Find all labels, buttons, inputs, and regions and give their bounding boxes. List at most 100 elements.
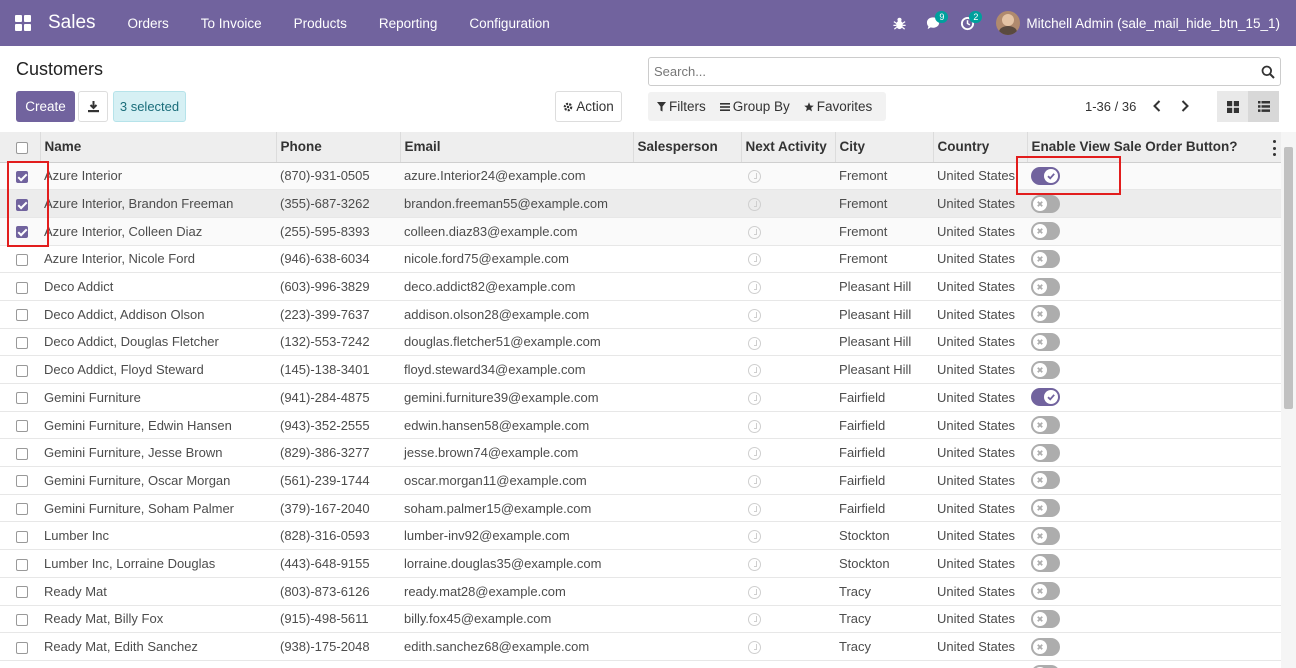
cell-name[interactable]: Deco Addict xyxy=(40,272,276,301)
cell-country[interactable]: United States xyxy=(933,383,1027,412)
cell-email[interactable]: douglas.fletcher51@example.com xyxy=(400,328,633,357)
enable-view-sale-order-toggle[interactable] xyxy=(1031,194,1060,213)
cell-phone[interactable]: (870)-931-0505 xyxy=(276,162,400,191)
activity-clock-icon[interactable] xyxy=(748,364,761,378)
cell-next-activity[interactable] xyxy=(741,245,835,274)
table-row[interactable]: Gemini Furniture, Edwin Hansen (943)-352-… xyxy=(0,411,1281,440)
cell-phone[interactable]: (132)-553-7242 xyxy=(276,328,400,357)
cell-country[interactable]: United States xyxy=(933,605,1027,634)
row-select-checkbox[interactable] xyxy=(16,475,28,488)
menu-reporting[interactable]: Reporting xyxy=(363,0,454,46)
cell-salesperson[interactable] xyxy=(633,189,741,218)
column-header-phone[interactable]: Phone xyxy=(275,132,400,163)
cell-city[interactable]: Pleasant Hill xyxy=(835,328,933,357)
menu-orders[interactable]: Orders xyxy=(112,0,185,46)
cell-country[interactable]: United States xyxy=(933,162,1027,191)
activity-clock-icon[interactable] xyxy=(748,641,761,655)
row-select-checkbox[interactable] xyxy=(16,364,28,377)
cell-name[interactable]: Gemini Furniture, Edwin Hansen xyxy=(40,411,276,440)
cell-salesperson[interactable] xyxy=(633,383,741,412)
row-select-checkbox[interactable] xyxy=(16,226,28,239)
row-select-checkbox[interactable] xyxy=(16,503,28,516)
cell-email[interactable]: edwin.hansen58@example.com xyxy=(400,411,633,440)
column-header-country[interactable]: Country xyxy=(932,132,1027,163)
row-select-checkbox[interactable] xyxy=(16,420,28,433)
cell-country[interactable]: United States xyxy=(933,272,1027,301)
cell-name[interactable]: Gemini Furniture, Oscar Morgan xyxy=(40,466,276,495)
cell-country[interactable]: United States xyxy=(933,217,1027,246)
column-header-name[interactable]: Name xyxy=(39,132,276,163)
cell-email[interactable]: gemini.furniture39@example.com xyxy=(400,383,633,412)
activity-clock-icon[interactable] xyxy=(748,198,761,212)
activity-clock-icon[interactable] xyxy=(748,170,761,184)
cell-city[interactable]: Fairfield xyxy=(835,438,933,468)
cell-city[interactable]: Fremont xyxy=(835,189,933,218)
activity-clock-icon[interactable] xyxy=(748,613,761,627)
row-select-checkbox[interactable] xyxy=(16,447,28,460)
cell-next-activity[interactable] xyxy=(741,521,835,551)
cell-email[interactable]: ready.mat28@example.com xyxy=(400,577,633,606)
activity-clock-icon[interactable] xyxy=(748,281,761,295)
cell-phone[interactable]: (355)-687-3262 xyxy=(276,189,400,218)
cell-email[interactable]: nicole.ford75@example.com xyxy=(400,245,633,274)
cell-email[interactable]: lumber-inv92@example.com xyxy=(400,521,633,551)
enable-view-sale-order-toggle[interactable] xyxy=(1031,305,1060,324)
cell-phone[interactable]: (915)-498-5611 xyxy=(276,605,400,634)
row-select-checkbox[interactable] xyxy=(16,309,28,322)
cell-next-activity[interactable] xyxy=(741,162,835,191)
cell-salesperson[interactable] xyxy=(633,632,741,661)
cell-city[interactable]: Stockton xyxy=(835,549,933,578)
cell-city[interactable]: Fremont xyxy=(835,162,933,191)
row-select-checkbox[interactable] xyxy=(16,337,28,350)
row-select-checkbox[interactable] xyxy=(16,586,28,599)
table-row[interactable]: Deco Addict, Addison Olson (223)-399-7637… xyxy=(0,300,1281,329)
cell-salesperson[interactable] xyxy=(633,521,741,551)
table-row[interactable]: Gemini Furniture (941)-284-4875 gemini.fur… xyxy=(0,383,1281,412)
cell-phone[interactable]: (946)-638-6034 xyxy=(276,245,400,274)
cell-salesperson[interactable] xyxy=(633,217,741,246)
cell-next-activity[interactable] xyxy=(741,355,835,384)
row-select-checkbox[interactable] xyxy=(16,392,28,405)
enable-view-sale-order-toggle[interactable] xyxy=(1031,360,1060,379)
activity-clock-icon[interactable] xyxy=(748,419,761,433)
table-row[interactable]: Gemini Furniture, Soham Palmer (379)-167-… xyxy=(0,494,1281,523)
cell-country[interactable]: United States xyxy=(933,355,1027,384)
cell-name[interactable]: Deco Addict, Douglas Fletcher xyxy=(40,328,276,357)
cell-email[interactable]: jesse.brown74@example.com xyxy=(400,438,633,468)
cell-name[interactable]: Azure Interior, Brandon Freeman xyxy=(40,189,276,218)
table-row[interactable]: Lumber Inc, Lorraine Douglas (443)-648-91… xyxy=(0,549,1281,578)
cell-city[interactable]: Pleasant Hill xyxy=(835,272,933,301)
cell-email[interactable] xyxy=(400,660,633,668)
filters-button[interactable]: Filters xyxy=(648,99,711,114)
cell-city[interactable]: Tracy xyxy=(835,577,933,606)
cell-city[interactable] xyxy=(835,660,933,668)
cell-next-activity[interactable] xyxy=(741,300,835,329)
table-row[interactable] xyxy=(0,660,1281,668)
selected-count-badge[interactable]: 3 selected xyxy=(113,91,186,122)
cell-name[interactable]: Ready Mat, Billy Fox xyxy=(40,605,276,634)
cell-salesperson[interactable] xyxy=(633,300,741,329)
cell-salesperson[interactable] xyxy=(633,355,741,384)
cell-country[interactable]: United States xyxy=(933,300,1027,329)
activity-clock-icon[interactable] xyxy=(748,391,761,405)
cell-salesperson[interactable] xyxy=(633,494,741,523)
user-menu[interactable]: Mitchell Admin (sale_mail_hide_btn_15_1) xyxy=(996,11,1280,35)
cell-city[interactable]: Fairfield xyxy=(835,494,933,523)
cell-city[interactable]: Fremont xyxy=(835,217,933,246)
cell-next-activity[interactable] xyxy=(741,438,835,468)
list-view-icon[interactable] xyxy=(1248,91,1279,122)
cell-name[interactable]: Ready Mat, Edith Sanchez xyxy=(40,632,276,661)
cell-salesperson[interactable] xyxy=(633,605,741,634)
enable-view-sale-order-toggle[interactable] xyxy=(1031,499,1060,518)
row-select-checkbox[interactable] xyxy=(16,641,28,654)
row-select-checkbox[interactable] xyxy=(16,558,28,571)
cell-country[interactable]: United States xyxy=(933,632,1027,661)
table-row[interactable]: Deco Addict, Douglas Fletcher (132)-553-7… xyxy=(0,328,1281,357)
menu-configuration[interactable]: Configuration xyxy=(453,0,565,46)
cell-email[interactable]: lorraine.douglas35@example.com xyxy=(400,549,633,578)
debug-bug-icon[interactable] xyxy=(882,0,916,46)
cell-email[interactable]: oscar.morgan11@example.com xyxy=(400,466,633,495)
search-icon[interactable] xyxy=(1256,65,1280,79)
cell-name[interactable]: Ready Mat xyxy=(40,577,276,606)
cell-name[interactable]: Gemini Furniture, Jesse Brown xyxy=(40,438,276,468)
